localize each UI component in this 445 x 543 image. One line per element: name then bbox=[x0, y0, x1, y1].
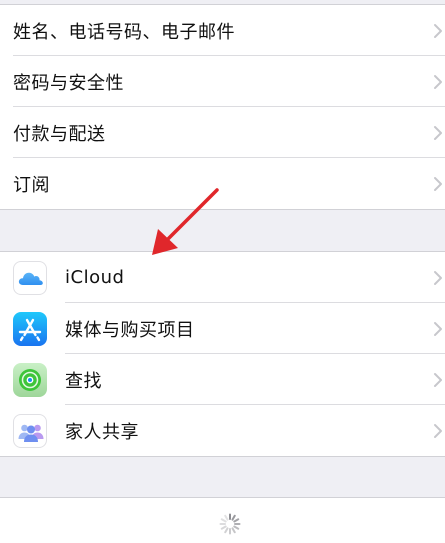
find-my-icon bbox=[13, 362, 47, 397]
section-spacer bbox=[0, 457, 445, 497]
family-sharing-icon bbox=[13, 413, 47, 448]
row-subscriptions[interactable]: 订阅 bbox=[0, 158, 445, 209]
row-media-purchases[interactable]: 媒体与购买项目 bbox=[0, 303, 445, 354]
loading-spinner-icon bbox=[219, 513, 241, 535]
chevron-right-icon bbox=[434, 423, 442, 438]
section-spacer bbox=[0, 210, 445, 251]
account-settings-group: 姓名、电话号码、电子邮件 密码与安全性 付款与配送 订阅 bbox=[0, 4, 445, 210]
row-label: 姓名、电话号码、电子邮件 bbox=[13, 21, 235, 43]
row-label: 家人共享 bbox=[65, 421, 139, 443]
chevron-right-icon bbox=[434, 23, 442, 38]
row-find-my[interactable]: 查找 bbox=[0, 354, 445, 405]
row-label: 订阅 bbox=[13, 174, 50, 196]
chevron-right-icon bbox=[434, 270, 442, 285]
row-name-phone-email[interactable]: 姓名、电话号码、电子邮件 bbox=[0, 5, 445, 56]
chevron-right-icon bbox=[434, 125, 442, 140]
app-store-icon bbox=[13, 311, 47, 346]
row-label: 密码与安全性 bbox=[13, 72, 124, 94]
row-family-sharing[interactable]: 家人共享 bbox=[0, 405, 445, 456]
chevron-right-icon bbox=[434, 74, 442, 89]
row-label: 查找 bbox=[65, 370, 102, 392]
chevron-right-icon bbox=[434, 372, 442, 387]
row-icloud[interactable]: iCloud bbox=[0, 252, 445, 303]
services-group: iCloud 媒体与购买项目 查找 家人共享 bbox=[0, 251, 445, 457]
row-label: 付款与配送 bbox=[13, 123, 106, 145]
row-label: 媒体与购买项目 bbox=[65, 319, 195, 341]
loading-area bbox=[0, 497, 445, 543]
chevron-right-icon bbox=[434, 176, 442, 191]
row-password-security[interactable]: 密码与安全性 bbox=[0, 56, 445, 107]
row-payment-shipping[interactable]: 付款与配送 bbox=[0, 107, 445, 158]
row-label: iCloud bbox=[65, 267, 125, 288]
icloud-icon bbox=[13, 260, 47, 295]
chevron-right-icon bbox=[434, 321, 442, 336]
